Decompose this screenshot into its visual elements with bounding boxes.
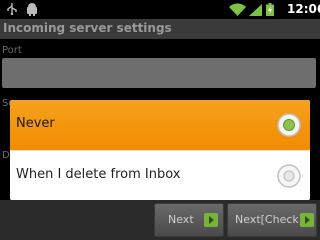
radio-unselected-icon[interactable] [276,163,302,189]
status-bar: 12:06 [0,0,320,19]
signal-icon [249,4,262,16]
wifi-icon [229,3,246,16]
usb-icon [7,3,17,15]
delete-policy-label: D [2,150,10,161]
option-label: When I delete from Inbox [16,167,181,182]
next-check-button[interactable]: Next[Check] [227,203,317,237]
next-button[interactable]: Next [154,203,224,237]
page-title: Incoming server settings [3,21,172,35]
port-field[interactable] [2,58,316,88]
option-never[interactable]: Never [10,100,310,150]
title-bar: Incoming server settings [0,19,320,39]
arrow-right-icon [300,213,314,227]
option-when-delete[interactable]: When I delete from Inbox [10,150,310,200]
arrow-right-icon [204,213,218,227]
battery-icon [266,3,274,16]
delete-policy-dialog: Never When I delete from Inbox [10,100,310,200]
clock: 12:06 [287,2,320,16]
bottom-bar: Next Next[Check] [0,200,320,240]
next-button-label: Next [168,213,194,226]
radio-selected-icon[interactable] [276,112,302,138]
port-label: Port [2,45,22,56]
next-check-button-label: Next[Check] [235,213,304,226]
option-label: Never [16,116,55,131]
android-debug-icon [27,3,37,16]
